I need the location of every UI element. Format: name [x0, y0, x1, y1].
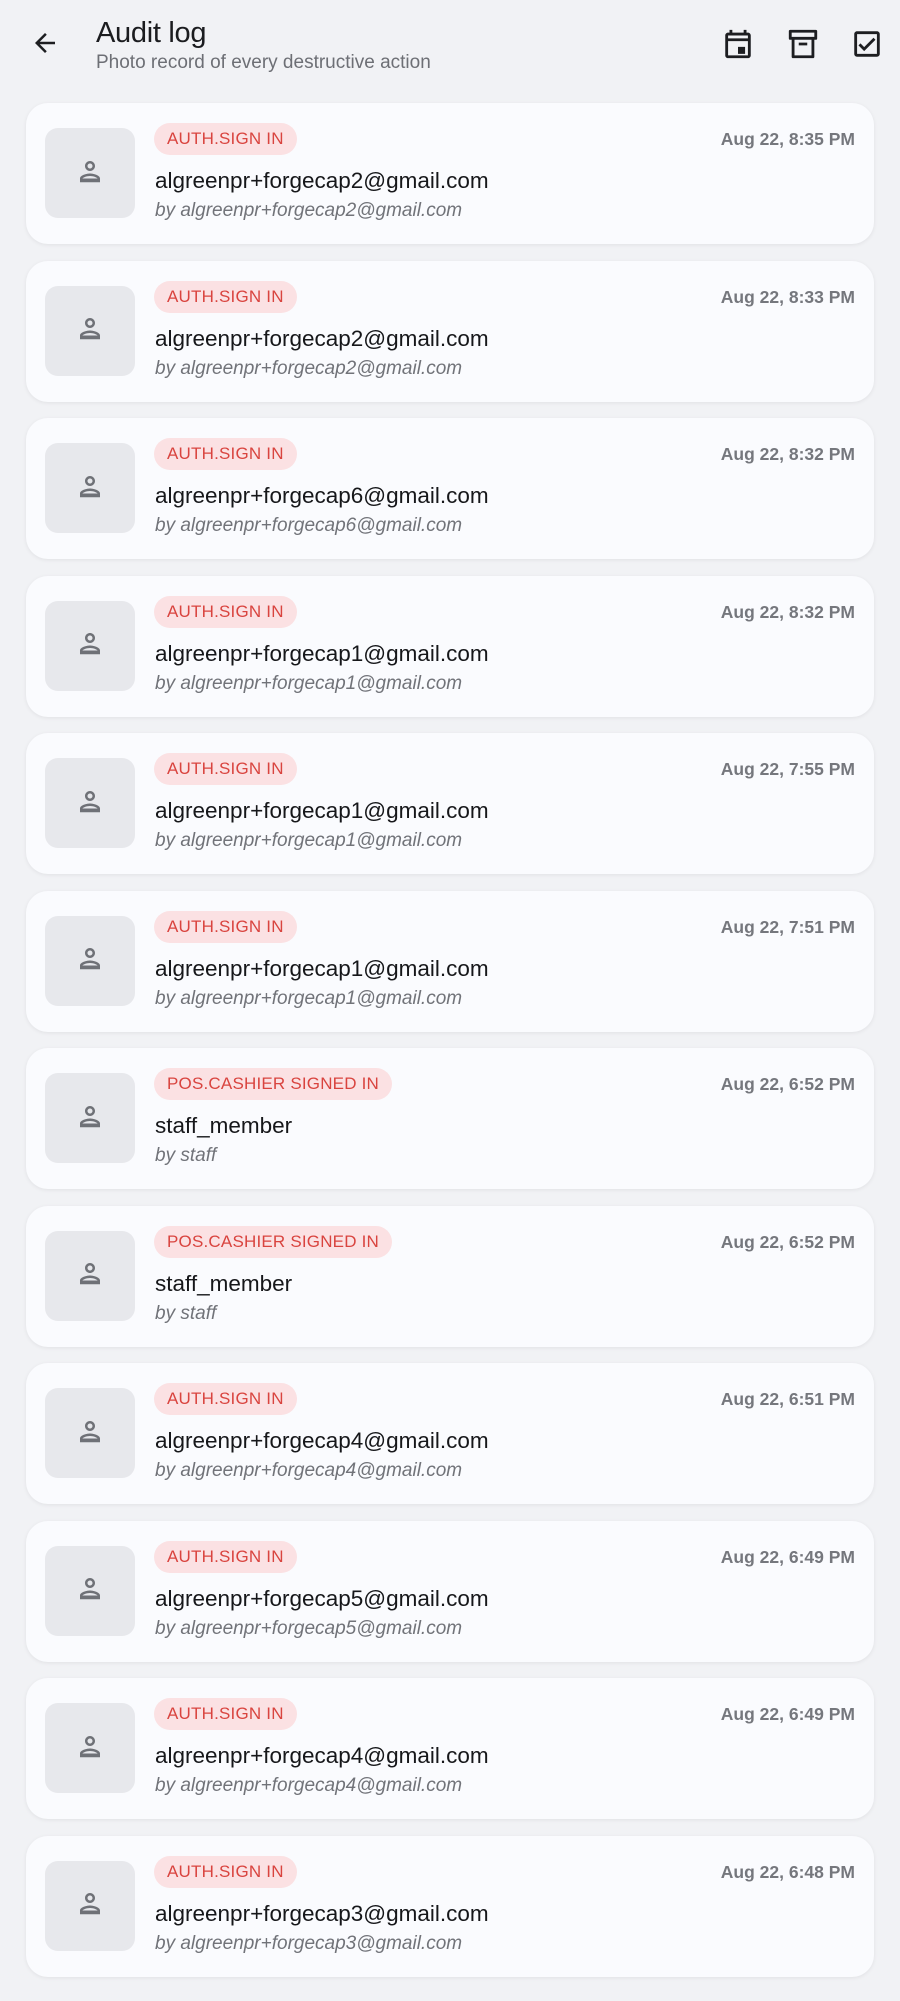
entry-subject: algreenpr+forgecap4@gmail.com — [155, 1743, 489, 1768]
entry-actor: by algreenpr+forgecap4@gmail.com — [155, 1460, 463, 1481]
person-icon — [75, 1416, 105, 1451]
audit-entry-card[interactable]: AUTH.SIGN IN Aug 22, 6:48 PM algreenpr+for… — [26, 1835, 874, 1977]
back-button[interactable] — [22, 22, 68, 68]
entry-subject: algreenpr+forgecap1@gmail.com — [155, 955, 489, 981]
person-icon — [75, 1101, 105, 1136]
photo-thumbnail[interactable] — [45, 758, 135, 848]
action-badge: AUTH.SIGN IN — [154, 280, 297, 313]
action-badge: AUTH.SIGN IN — [154, 1383, 297, 1415]
entry-subject: algreenpr+forgecap4@gmail.com — [155, 1428, 489, 1453]
audit-entry-card[interactable]: AUTH.SIGN IN Aug 22, 8:33 PM algreenpr+for… — [26, 260, 874, 402]
select-mode-button[interactable] — [843, 22, 891, 70]
entry-actor: by algreenpr+forgecap2@gmail.com — [155, 357, 463, 379]
entry-subject: algreenpr+forgecap1@gmail.com — [155, 798, 489, 823]
person-icon — [75, 628, 105, 663]
entry-actor: by algreenpr+forgecap5@gmail.com — [155, 1617, 463, 1639]
page-subtitle: Photo record of every destructive action — [96, 52, 431, 73]
photo-thumbnail[interactable] — [45, 443, 135, 533]
action-badge: POS.CASHIER SIGNED IN — [154, 1225, 393, 1258]
entry-subject: staff_member — [155, 1270, 293, 1296]
entry-actor: by algreenpr+forgecap1@gmail.com — [155, 672, 463, 694]
checkbox-icon — [850, 27, 884, 66]
entry-subject: algreenpr+forgecap5@gmail.com — [155, 1585, 489, 1611]
audit-entry-card[interactable]: AUTH.SIGN IN Aug 22, 8:35 PM algreenpr+for… — [26, 103, 874, 244]
audit-entry-card[interactable]: AUTH.SIGN IN Aug 22, 8:32 PM algreenpr+for… — [26, 575, 874, 717]
entry-subject: staff_member — [155, 1113, 293, 1138]
person-icon — [75, 313, 105, 348]
action-badge: AUTH.SIGN IN — [154, 595, 297, 628]
person-icon — [75, 943, 105, 978]
entry-timestamp: Aug 22, 8:35 PM — [720, 129, 855, 149]
entry-subject: algreenpr+forgecap2@gmail.com — [155, 325, 489, 351]
photo-thumbnail[interactable] — [45, 285, 135, 376]
entry-actor: by algreenpr+forgecap3@gmail.com — [155, 1932, 463, 1954]
audit-entry-card[interactable]: AUTH.SIGN IN Aug 22, 7:55 PM algreenpr+for… — [26, 733, 874, 874]
entry-timestamp: Aug 22, 8:33 PM — [720, 286, 855, 307]
entry-timestamp: Aug 22, 6:49 PM — [720, 1704, 855, 1724]
entry-timestamp: Aug 22, 6:52 PM — [720, 1074, 855, 1094]
action-badge: AUTH.SIGN IN — [154, 1698, 297, 1730]
entry-actor: by algreenpr+forgecap2@gmail.com — [155, 200, 463, 221]
calendar-icon — [721, 27, 755, 66]
person-icon — [75, 471, 105, 506]
entry-actor: by algreenpr+forgecap1@gmail.com — [155, 987, 463, 1009]
entry-actor: by algreenpr+forgecap6@gmail.com — [155, 515, 463, 536]
entry-subject: algreenpr+forgecap2@gmail.com — [155, 168, 489, 193]
entry-timestamp: Aug 22, 8:32 PM — [720, 444, 855, 464]
audit-entry-card[interactable]: AUTH.SIGN IN Aug 22, 6:49 PM algreenpr+for… — [26, 1520, 874, 1662]
entry-timestamp: Aug 22, 6:52 PM — [720, 1231, 855, 1252]
entry-actor: by algreenpr+forgecap4@gmail.com — [155, 1775, 463, 1796]
action-badge: AUTH.SIGN IN — [154, 1540, 297, 1573]
person-icon — [75, 786, 105, 821]
archive-button[interactable] — [779, 22, 827, 70]
entry-timestamp: Aug 22, 6:51 PM — [720, 1389, 855, 1409]
entry-timestamp: Aug 22, 6:48 PM — [720, 1861, 855, 1882]
audit-entry-card[interactable]: AUTH.SIGN IN Aug 22, 8:32 PM algreenpr+for… — [26, 418, 874, 559]
action-badge: AUTH.SIGN IN — [154, 123, 297, 155]
action-badge: AUTH.SIGN IN — [154, 438, 297, 470]
audit-entry-card[interactable]: POS.CASHIER SIGNED IN Aug 22, 6:52 PM staf… — [26, 1048, 874, 1189]
entry-subject: algreenpr+forgecap6@gmail.com — [155, 483, 489, 508]
photo-thumbnail[interactable] — [45, 1073, 135, 1163]
person-icon — [75, 1731, 105, 1766]
photo-thumbnail[interactable] — [45, 1388, 135, 1478]
audit-entry-card[interactable]: AUTH.SIGN IN Aug 22, 7:51 PM algreenpr+for… — [26, 890, 874, 1032]
photo-thumbnail[interactable] — [45, 1860, 135, 1951]
app-bar: Audit log Photo record of every destruct… — [0, 0, 900, 92]
page-title: Audit log — [96, 17, 207, 49]
entry-actor: by staff — [155, 1302, 217, 1324]
date-filter-button[interactable] — [714, 22, 762, 70]
audit-entry-card[interactable]: AUTH.SIGN IN Aug 22, 6:51 PM algreenpr+for… — [26, 1363, 874, 1504]
photo-thumbnail[interactable] — [45, 1703, 135, 1793]
action-badge: POS.CASHIER SIGNED IN — [154, 1068, 393, 1100]
entry-timestamp: Aug 22, 7:55 PM — [720, 759, 855, 779]
action-badge: AUTH.SIGN IN — [154, 910, 297, 943]
photo-thumbnail[interactable] — [45, 1230, 135, 1321]
entry-subject: algreenpr+forgecap3@gmail.com — [155, 1900, 489, 1926]
action-badge: AUTH.SIGN IN — [154, 1855, 297, 1888]
arrow-back-icon — [30, 28, 60, 63]
person-icon — [75, 156, 105, 191]
person-icon — [75, 1888, 105, 1923]
photo-thumbnail[interactable] — [45, 600, 135, 691]
photo-thumbnail[interactable] — [45, 1545, 135, 1636]
photo-thumbnail[interactable] — [45, 128, 135, 218]
entry-timestamp: Aug 22, 6:49 PM — [720, 1546, 855, 1567]
entry-timestamp: Aug 22, 8:32 PM — [720, 601, 855, 622]
person-icon — [75, 1258, 105, 1293]
audit-entry-list: AUTH.SIGN IN Aug 22, 8:35 PM algreenpr+for… — [26, 103, 874, 1993]
entry-timestamp: Aug 22, 7:51 PM — [720, 916, 855, 937]
person-icon — [75, 1573, 105, 1608]
audit-entry-card[interactable]: AUTH.SIGN IN Aug 22, 6:49 PM algreenpr+for… — [26, 1678, 874, 1819]
entry-actor: by algreenpr+forgecap1@gmail.com — [155, 830, 463, 851]
archive-icon — [786, 27, 820, 66]
entry-actor: by staff — [155, 1145, 217, 1166]
photo-thumbnail[interactable] — [45, 915, 135, 1006]
entry-subject: algreenpr+forgecap1@gmail.com — [155, 640, 489, 666]
audit-entry-card[interactable]: POS.CASHIER SIGNED IN Aug 22, 6:52 PM staf… — [26, 1205, 874, 1347]
action-badge: AUTH.SIGN IN — [154, 753, 297, 785]
